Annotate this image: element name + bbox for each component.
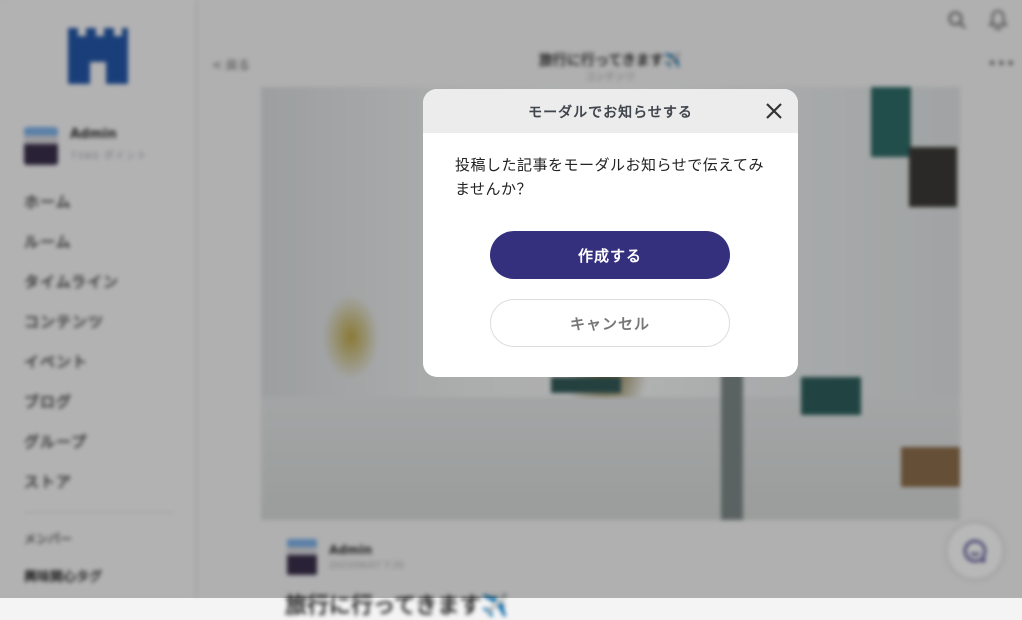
modal-title: モーダルでお知らせする bbox=[528, 105, 693, 121]
close-icon[interactable] bbox=[763, 100, 785, 122]
modal-message: 投稿した記事をモーダルお知らせで伝えてみませんか？ bbox=[455, 156, 764, 198]
create-button[interactable]: 作成する bbox=[490, 231, 730, 279]
notification-modal: モーダルでお知らせする 投稿した記事をモーダルお知らせで伝えてみませんか？ 作成… bbox=[423, 89, 798, 377]
cancel-button[interactable]: キャンセル bbox=[490, 299, 730, 347]
modal-header: モーダルでお知らせする bbox=[423, 89, 798, 133]
